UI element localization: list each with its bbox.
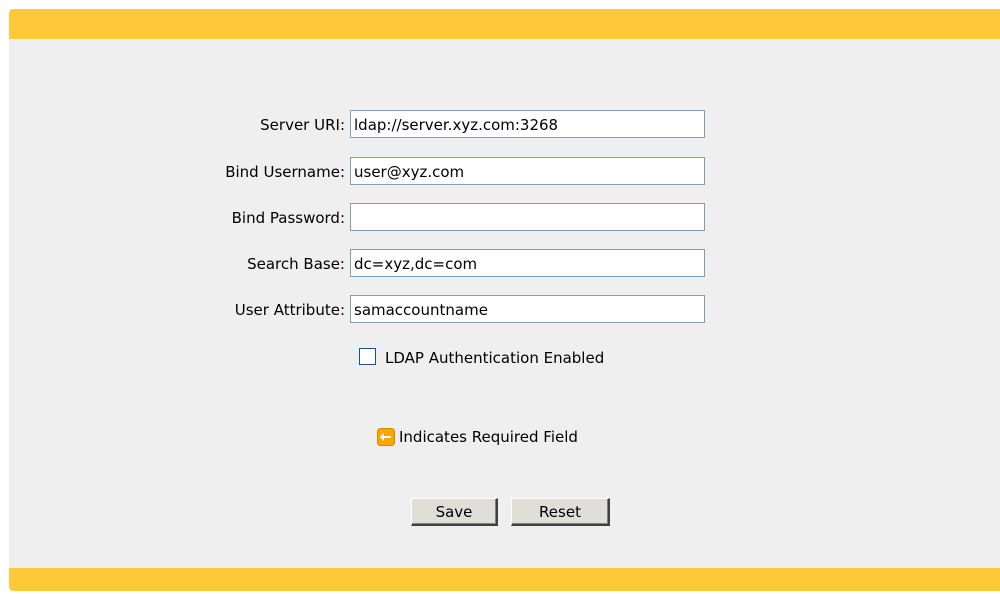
search-base-label: Search Base:: [247, 255, 345, 273]
server-uri-row: Server URI:: [9, 110, 1000, 140]
save-button[interactable]: Save: [411, 498, 498, 526]
bind-password-row: Bind Password:: [9, 203, 1000, 233]
footer-accent-bar: [9, 568, 1000, 591]
server-uri-label: Server URI:: [260, 116, 345, 134]
bind-password-input[interactable]: [350, 203, 705, 231]
bind-username-input[interactable]: [350, 157, 705, 185]
bind-username-label: Bind Username:: [225, 163, 345, 181]
form-panel: Server URI: Bind Username: Bind Password…: [9, 9, 1000, 591]
server-uri-input[interactable]: [350, 110, 705, 138]
reset-button[interactable]: Reset: [511, 498, 610, 526]
user-attribute-row: User Attribute:: [9, 295, 1000, 325]
ldap-enabled-label: LDAP Authentication Enabled: [385, 349, 605, 367]
header-accent-bar: [9, 9, 1000, 39]
required-field-text: Indicates Required Field: [399, 428, 578, 446]
ldap-enabled-checkbox[interactable]: [359, 348, 376, 365]
required-arrow-icon: [377, 428, 395, 446]
user-attribute-label: User Attribute:: [234, 301, 345, 319]
search-base-row: Search Base:: [9, 249, 1000, 279]
user-attribute-input[interactable]: [350, 295, 705, 323]
bind-username-row: Bind Username:: [9, 157, 1000, 187]
bind-password-label: Bind Password:: [231, 209, 345, 227]
search-base-input[interactable]: [350, 249, 705, 277]
